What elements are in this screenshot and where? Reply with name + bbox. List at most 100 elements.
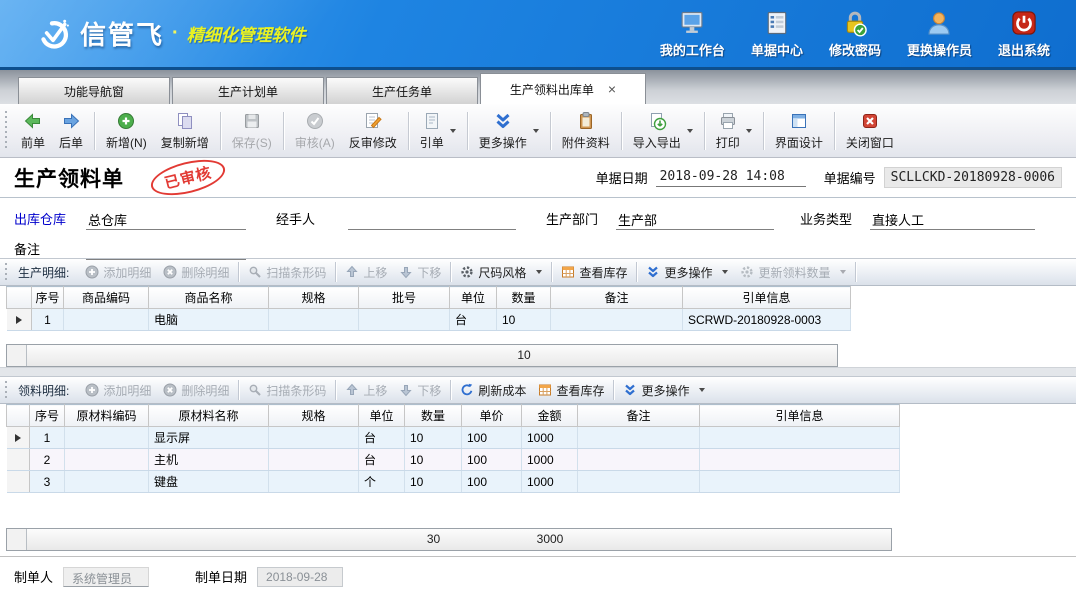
dropdown-caret-icon[interactable] [746,129,752,133]
cell-ref-doc[interactable]: SCRWD-20180928-0003 [683,309,851,331]
cell-seq[interactable]: 2 [30,449,65,471]
close-window-button[interactable]: 关闭窗口 [839,108,901,154]
column-header[interactable]: 引单信息 [700,405,900,427]
pull-doc-button[interactable]: 引单 [413,108,463,154]
column-header[interactable]: 序号 [30,405,65,427]
toolbar-grip[interactable] [4,381,9,399]
print-button[interactable]: 打印 [709,108,759,154]
dropdown-caret-icon[interactable] [699,388,705,392]
cell-material-name[interactable]: 主机 [149,449,269,471]
cell-amount[interactable]: 1000 [522,471,578,493]
handler-field[interactable] [348,210,516,230]
column-header[interactable]: 单位 [359,405,405,427]
unaudit-button[interactable]: 反审修改 [342,108,404,154]
column-header[interactable]: 备注 [551,287,683,309]
row-selector-cell[interactable] [7,471,30,493]
column-header[interactable]: 商品名称 [149,287,269,309]
dropdown-caret-icon[interactable] [533,129,539,133]
tab-function-navigator[interactable]: 功能导航窗 [18,77,170,104]
cell-spec[interactable] [269,309,359,331]
column-header[interactable]: 规格 [269,405,359,427]
column-header[interactable]: 原材料名称 [149,405,269,427]
attachment-button[interactable]: 附件资料 [555,108,617,154]
cell-spec[interactable] [269,471,359,493]
tab-production-material-issue[interactable]: 生产领料出库单 × [480,73,646,104]
cell-spec[interactable] [269,427,359,449]
column-header[interactable]: 商品编码 [64,287,149,309]
refresh-cost-button[interactable]: 刷新成本 [454,380,532,401]
prev-doc-button[interactable]: 前单 [14,108,52,154]
row-selector-cell[interactable] [7,427,30,449]
cell-qty[interactable]: 10 [405,449,462,471]
cell-spec[interactable] [269,449,359,471]
cell-material-name[interactable]: 显示屏 [149,427,269,449]
more-actions-button[interactable]: 更多操作 [640,262,734,283]
column-header[interactable]: 金额 [522,405,578,427]
column-header[interactable]: 数量 [497,287,551,309]
size-style-button[interactable]: 尺码风格 [454,262,548,283]
cell-product-code[interactable] [64,309,149,331]
column-header[interactable]: 单位 [450,287,497,309]
cell-seq[interactable]: 1 [30,427,65,449]
doc-date-field[interactable]: 2018-09-28 14:08 [656,169,806,187]
table-row[interactable]: 1 电脑 台 10 SCRWD-20180928-0003 [7,309,851,331]
cell-ref-doc[interactable] [700,427,900,449]
import-export-button[interactable]: 导入导出 [626,108,700,154]
column-header[interactable]: 单价 [462,405,522,427]
dropdown-caret-icon[interactable] [722,270,728,274]
cell-qty[interactable]: 10 [497,309,551,331]
row-selector-cell[interactable] [7,309,32,331]
column-header[interactable]: 备注 [578,405,700,427]
cell-seq[interactable]: 3 [30,471,65,493]
view-stock-button[interactable]: 查看库存 [555,262,633,283]
cell-remark[interactable] [578,449,700,471]
exit-system-button[interactable]: 退出系统 [998,9,1050,59]
document-center-button[interactable]: 单据中心 [751,9,803,59]
column-header[interactable]: 序号 [32,287,64,309]
cell-unit[interactable]: 个 [359,471,405,493]
cell-remark[interactable] [578,427,700,449]
copy-new-button[interactable]: 复制新增 [154,108,216,154]
cell-material-name[interactable]: 键盘 [149,471,269,493]
cell-unit[interactable]: 台 [359,427,405,449]
dropdown-caret-icon[interactable] [536,270,542,274]
cell-ref-doc[interactable] [700,471,900,493]
remark-field[interactable] [86,240,246,260]
cell-ref-doc[interactable] [700,449,900,471]
tab-production-task[interactable]: 生产任务单 [326,77,478,104]
more-actions-button[interactable]: 更多操作 [617,380,711,401]
my-workbench-button[interactable]: 我的工作台 [660,9,725,59]
cell-unit[interactable]: 台 [359,449,405,471]
change-password-button[interactable]: 修改密码 [829,9,881,59]
biztype-field[interactable]: 直接人工 [870,210,1035,230]
table-row[interactable]: 2 主机 台 10 100 1000 [7,449,900,471]
cell-unit[interactable]: 台 [450,309,497,331]
column-header[interactable]: 规格 [269,287,359,309]
row-selector-cell[interactable] [7,449,30,471]
column-header[interactable]: 引单信息 [683,287,851,309]
ui-design-button[interactable]: 界面设计 [768,108,830,154]
table-row[interactable]: 1 显示屏 台 10 100 1000 [7,427,900,449]
toolbar-grip[interactable] [4,263,9,281]
cell-remark[interactable] [578,471,700,493]
cell-remark[interactable] [551,309,683,331]
cell-batch[interactable] [359,309,450,331]
add-new-button[interactable]: 新增(N) [99,108,154,154]
view-stock-button[interactable]: 查看库存 [532,380,610,401]
toolbar-grip[interactable] [4,111,9,151]
more-actions-button[interactable]: 更多操作 [472,108,546,154]
cell-amount[interactable]: 1000 [522,449,578,471]
cell-material-code[interactable] [65,427,149,449]
column-header[interactable]: 数量 [405,405,462,427]
warehouse-field[interactable]: 总仓库 [86,210,246,230]
dropdown-caret-icon[interactable] [687,129,693,133]
cell-price[interactable]: 100 [462,471,522,493]
cell-price[interactable]: 100 [462,449,522,471]
cell-material-code[interactable] [65,471,149,493]
change-operator-button[interactable]: 更换操作员 [907,9,972,59]
cell-qty[interactable]: 10 [405,427,462,449]
dropdown-caret-icon[interactable] [450,129,456,133]
cell-price[interactable]: 100 [462,427,522,449]
cell-seq[interactable]: 1 [32,309,64,331]
column-header[interactable]: 原材料编码 [65,405,149,427]
